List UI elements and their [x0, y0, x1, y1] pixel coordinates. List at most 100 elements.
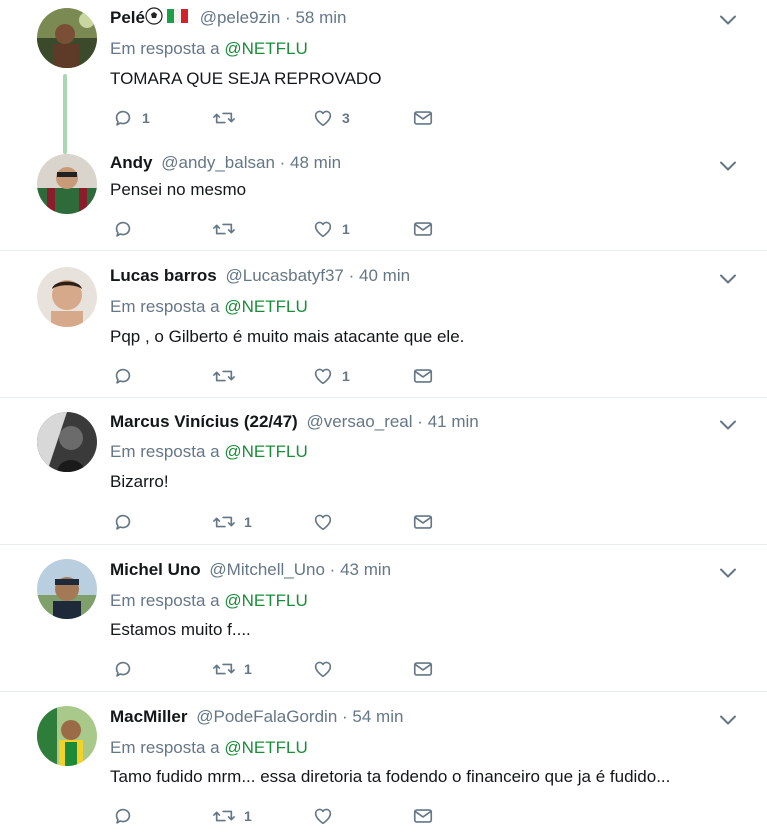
like-button[interactable] — [312, 804, 342, 828]
like-icon — [312, 658, 334, 680]
direct-message-icon — [412, 218, 434, 240]
tweet-actions: 1 — [112, 804, 452, 828]
reply-context: Em resposta a @NETFLU — [110, 591, 308, 611]
separator-dot: · — [417, 412, 423, 431]
handle[interactable]: @Mitchell_Uno — [209, 560, 325, 579]
reply-icon — [112, 805, 134, 827]
flag-emojis — [145, 7, 191, 30]
avatar[interactable] — [37, 267, 97, 327]
reply-button[interactable] — [112, 804, 142, 828]
handle[interactable]: @andy_balsan — [161, 153, 275, 172]
tweet[interactable]: Michel Uno @Mitchell_Uno · 43 min Em res… — [0, 545, 767, 692]
retweet-button[interactable]: 1 — [212, 804, 252, 828]
display-name[interactable]: Marcus Vinícius (22/47) — [110, 412, 298, 431]
tweet[interactable]: Marcus Vinícius (22/47) @versao_real · 4… — [0, 398, 767, 545]
avatar[interactable] — [37, 154, 97, 214]
reply-button[interactable]: 1 — [112, 106, 150, 130]
timestamp[interactable]: 48 min — [290, 153, 341, 172]
timestamp[interactable]: 58 min — [295, 8, 346, 27]
display-name[interactable]: Michel Uno — [110, 560, 201, 579]
tweet[interactable]: MacMiller @PodeFalaGordin · 54 min Em re… — [0, 692, 767, 832]
retweet-button[interactable]: 1 — [212, 510, 252, 534]
handle[interactable]: @PodeFalaGordin — [196, 707, 337, 726]
direct-message-button[interactable] — [412, 364, 434, 388]
timestamp[interactable]: 43 min — [340, 560, 391, 579]
direct-message-button[interactable] — [412, 510, 434, 534]
mention-link[interactable]: @NETFLU — [224, 297, 307, 316]
direct-message-icon — [412, 658, 434, 680]
mention-link[interactable]: @NETFLU — [224, 39, 307, 58]
reply-button[interactable] — [112, 217, 142, 241]
tweet-text: Estamos muito f.... — [110, 620, 251, 639]
tweet-header: Pelé @pele9zin · 58 min — [110, 7, 346, 30]
tweet[interactable]: Andy @andy_balsan · 48 min Pensei no mes… — [0, 140, 767, 251]
mention-link[interactable]: @NETFLU — [224, 442, 307, 461]
separator-dot: · — [279, 153, 286, 172]
retweet-button[interactable] — [212, 217, 244, 241]
retweet-count: 1 — [244, 514, 252, 530]
avatar[interactable] — [37, 8, 97, 68]
chevron-down-icon[interactable] — [719, 419, 737, 431]
like-button[interactable] — [312, 510, 342, 534]
like-icon — [312, 218, 334, 240]
retweet-icon — [212, 511, 236, 533]
separator-dot: · — [342, 707, 348, 726]
display-name[interactable]: Lucas barros — [110, 266, 217, 285]
chevron-down-icon[interactable] — [719, 273, 737, 285]
timestamp[interactable]: 54 min — [352, 707, 403, 726]
reply-button[interactable] — [112, 510, 142, 534]
reply-icon — [112, 107, 134, 129]
chevron-down-icon[interactable] — [719, 567, 737, 579]
direct-message-icon — [412, 805, 434, 827]
direct-message-button[interactable] — [412, 657, 434, 681]
mention-link[interactable]: @NETFLU — [224, 738, 307, 757]
chevron-down-icon[interactable] — [719, 14, 737, 26]
reply-button[interactable] — [112, 657, 142, 681]
direct-message-icon — [412, 107, 434, 129]
like-button[interactable]: 1 — [312, 217, 350, 241]
mention-link[interactable]: @NETFLU — [224, 591, 307, 610]
handle[interactable]: @Lucasbatyf37 — [226, 266, 344, 285]
display-name[interactable]: Andy — [110, 153, 153, 172]
reply-button[interactable] — [112, 364, 142, 388]
tweet-header: Andy @andy_balsan · 48 min — [110, 153, 341, 173]
tweet[interactable]: Lucas barros @Lucasbatyf37 · 40 min Em r… — [0, 251, 767, 398]
like-count: 1 — [342, 221, 350, 237]
chevron-down-icon[interactable] — [719, 160, 737, 172]
avatar[interactable] — [37, 706, 97, 766]
tweet-header: MacMiller @PodeFalaGordin · 54 min — [110, 707, 403, 727]
reply-prefix: Em resposta a — [110, 297, 220, 316]
tweet-actions: 1 — [112, 364, 452, 388]
avatar[interactable] — [37, 412, 97, 472]
retweet-button[interactable] — [212, 364, 244, 388]
like-button[interactable]: 1 — [312, 364, 350, 388]
display-name[interactable]: MacMiller — [110, 707, 187, 726]
retweet-button[interactable]: 1 — [212, 657, 252, 681]
reply-prefix: Em resposta a — [110, 591, 220, 610]
like-icon — [312, 511, 334, 533]
direct-message-button[interactable] — [412, 106, 434, 130]
timestamp[interactable]: 40 min — [359, 266, 410, 285]
timestamp[interactable]: 41 min — [428, 412, 479, 431]
reply-icon — [112, 511, 134, 533]
reply-context: Em resposta a @NETFLU — [110, 39, 308, 59]
direct-message-button[interactable] — [412, 217, 434, 241]
display-name[interactable]: Pelé — [110, 8, 145, 27]
tweet[interactable]: Pelé @pele9zin · 58 min Em resposta a @N… — [0, 0, 767, 154]
avatar[interactable] — [37, 559, 97, 619]
tweet-header: Marcus Vinícius (22/47) @versao_real · 4… — [110, 412, 479, 432]
handle[interactable]: @pele9zin — [200, 8, 281, 27]
chevron-down-icon[interactable] — [719, 714, 737, 726]
like-button[interactable] — [312, 657, 342, 681]
direct-message-button[interactable] — [412, 804, 434, 828]
retweet-icon — [212, 658, 236, 680]
retweet-button[interactable] — [212, 106, 244, 130]
handle[interactable]: @versao_real — [306, 412, 412, 431]
retweet-icon — [212, 365, 236, 387]
reply-prefix: Em resposta a — [110, 442, 220, 461]
separator-dot: · — [329, 560, 336, 579]
direct-message-icon — [412, 511, 434, 533]
like-button[interactable]: 3 — [312, 106, 350, 130]
tweet-text: Pensei no mesmo — [110, 180, 247, 199]
reply-icon — [112, 218, 134, 240]
